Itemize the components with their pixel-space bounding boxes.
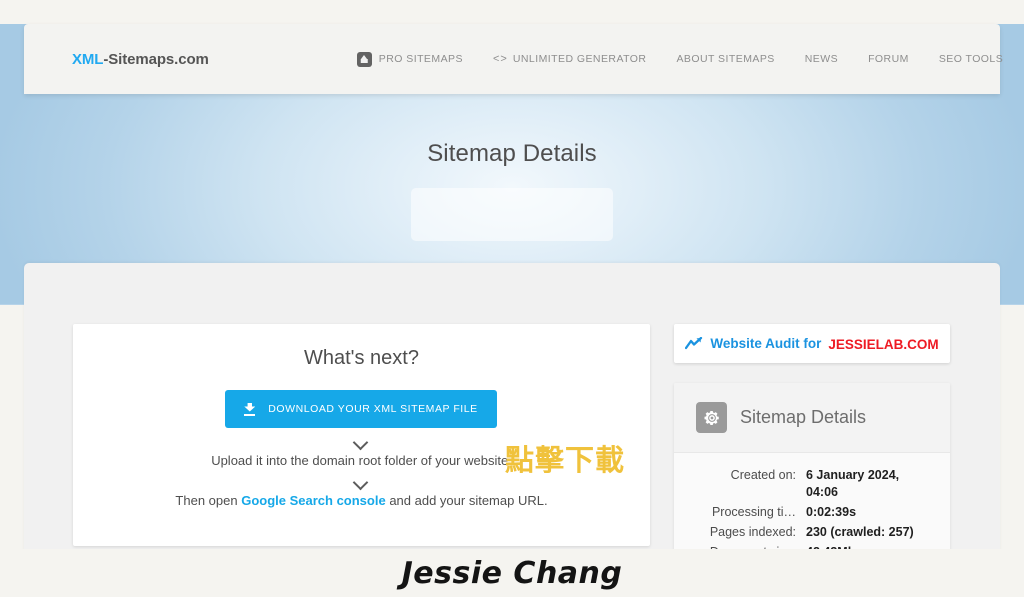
download-sitemap-button[interactable]: DOWNLOAD YOUR XML SITEMAP FILE [225, 390, 497, 428]
sitemap-details-heading: Sitemap Details [740, 407, 867, 427]
whats-next-card: What's next? DOWNLOAD YOUR XML SITEMAP F… [73, 324, 650, 546]
detail-label: Pages indexed: [709, 525, 796, 539]
nav-item-forum[interactable]: FORUM [868, 53, 909, 65]
watermark-bar: Jessie Chang [0, 549, 1024, 597]
site-logo[interactable]: XML-Sitemaps.com [72, 51, 209, 68]
trend-chart-icon [685, 337, 703, 350]
detail-value: 230 (crawled: 257) [806, 525, 914, 539]
logo-xml-text: XML [72, 50, 104, 68]
step-search-console-text: Then open Google Search console and add … [73, 493, 650, 508]
website-audit-banner[interactable]: Website Audit for JESSIELAB.COM [674, 324, 950, 363]
table-row: Created on: 6 January 2024, 04:06 [682, 467, 933, 504]
upload-icon [356, 51, 372, 67]
detail-value: 0:02:39s [806, 505, 857, 519]
nav-label: FORUM [868, 53, 909, 65]
table-row: Pages indexed: 230 (crawled: 257) [682, 524, 933, 544]
download-button-label: DOWNLOAD YOUR XML SITEMAP FILE [268, 403, 478, 415]
nav-label: PRO SITEMAPS [378, 53, 463, 65]
sitemap-details-body: Created on: 6 January 2024, 04:06 Proces… [674, 453, 950, 564]
page-title: Sitemap Details [427, 140, 597, 167]
gear-icon [696, 402, 727, 433]
sitemap-details-header: Sitemap Details [674, 383, 950, 453]
content-area: What's next? DOWNLOAD YOUR XML SITEMAP F… [24, 263, 1000, 597]
table-row: Processing ti… 0:02:39s [682, 504, 933, 524]
code-brackets-icon: < > [492, 53, 507, 65]
logo-suffix-text: -Sitemaps.com [103, 50, 209, 68]
page-container: XML-Sitemaps.com PRO SITEMAPS < > UNLIMI… [24, 24, 1003, 597]
screenshot-frame: XML-Sitemaps.com PRO SITEMAPS < > UNLIMI… [0, 0, 1024, 597]
watermark-author-name: Jessie Chang [401, 555, 623, 591]
download-row: DOWNLOAD YOUR XML SITEMAP FILE 點擊下載 [73, 390, 650, 477]
download-icon [244, 403, 256, 416]
detail-label: Processing ti… [711, 505, 796, 519]
step-prefix: Then open [175, 493, 242, 508]
google-search-console-link[interactable]: Google Search console [241, 493, 386, 508]
annotation-click-download: 點擊下載 [505, 443, 626, 477]
nav-item-pro-sitemaps[interactable]: PRO SITEMAPS [356, 51, 463, 67]
detail-label: Created on: [730, 468, 796, 482]
chevron-down-icon [353, 437, 370, 446]
nav-item-unlimited-generator[interactable]: < > UNLIMITED GENERATOR [493, 53, 647, 65]
whats-next-title: What's next? [304, 347, 419, 369]
detail-value: 6 January 2024, 04:06 [806, 468, 900, 499]
main-navigation: PRO SITEMAPS < > UNLIMITED GENERATOR ABO… [356, 51, 1003, 67]
audit-banner-label: Website Audit for [710, 336, 822, 351]
nav-label: NEWS [804, 53, 839, 65]
nav-label: SEO TOOLS [938, 53, 1004, 65]
nav-item-about-sitemaps[interactable]: ABOUT SITEMAPS [676, 53, 774, 65]
audit-banner-domain: JESSIELAB.COM [828, 339, 939, 350]
gear-glyph [704, 410, 719, 425]
nav-item-seo-tools[interactable]: SEO TOOLS [939, 53, 1003, 65]
chevron-down-icon [353, 477, 370, 486]
step-suffix: and add your sitemap URL. [385, 493, 548, 508]
nav-item-news[interactable]: NEWS [805, 53, 838, 65]
nav-label: UNLIMITED GENERATOR [512, 53, 647, 65]
nav-label: ABOUT SITEMAPS [676, 53, 775, 65]
site-header: XML-Sitemaps.com PRO SITEMAPS < > UNLIMI… [24, 24, 1003, 94]
hero-placeholder-box [411, 188, 613, 241]
